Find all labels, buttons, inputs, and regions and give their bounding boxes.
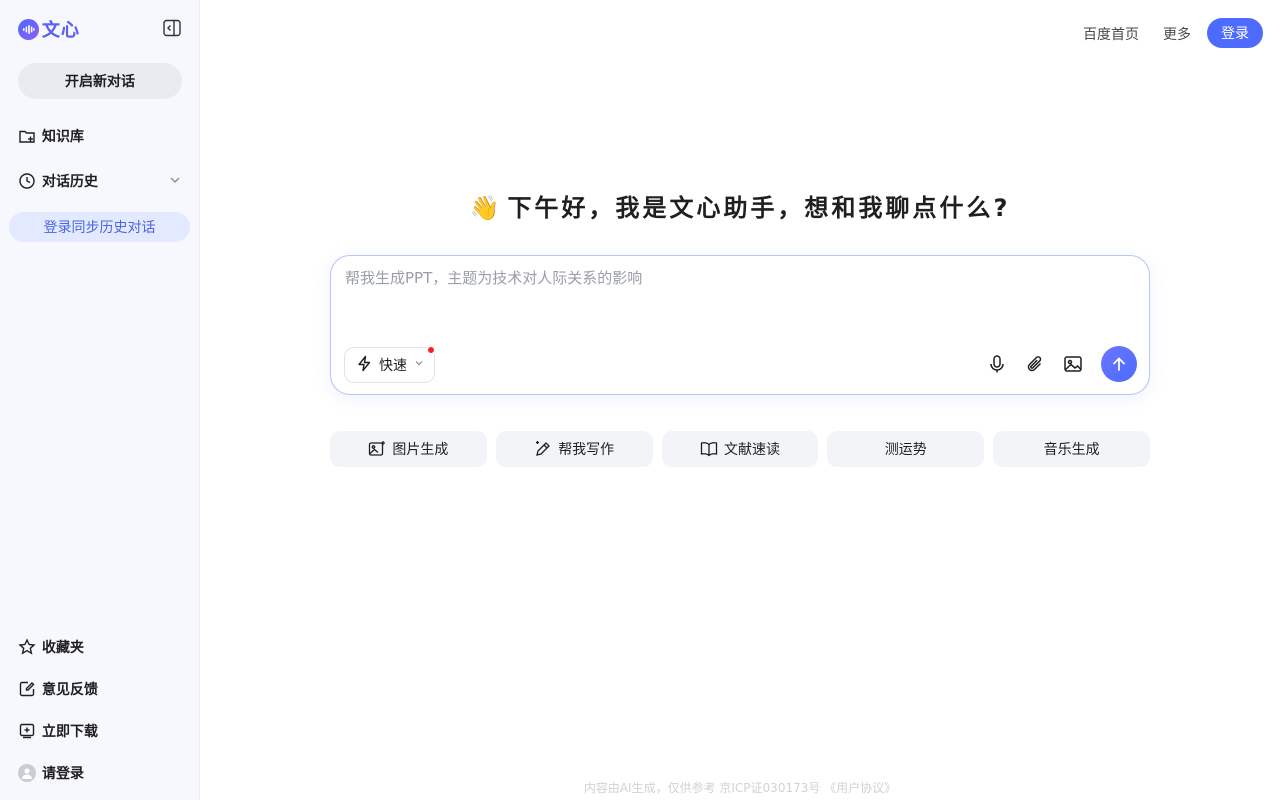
login-button[interactable]: 登录 [1207, 18, 1263, 48]
notification-dot [427, 346, 435, 354]
download-icon [18, 722, 36, 740]
chip-label: 测运势 [884, 442, 927, 458]
sidebar-item-history[interactable]: 对话历史 [18, 169, 186, 193]
chip-label: 音乐生成 [1043, 442, 1100, 458]
mode-selector[interactable]: 快速 [344, 346, 435, 383]
baidu-home-link[interactable]: 百度首页 [1083, 24, 1139, 44]
sync-history-login-button[interactable]: 登录同步历史对话 [9, 212, 190, 242]
sidebar-item-label: 意见反馈 [42, 682, 98, 698]
waving-hand-icon: 👋 [469, 194, 500, 222]
feedback-edit-icon [18, 680, 36, 698]
sidebar-item-knowledge[interactable]: 知识库 [18, 124, 186, 148]
chip-label: 帮我写作 [558, 442, 615, 458]
book-icon [700, 440, 718, 458]
chevron-down-icon [413, 357, 425, 373]
lightning-icon [356, 355, 373, 376]
paperclip-icon[interactable] [1024, 353, 1046, 375]
chip-writing[interactable]: 帮我写作 [495, 431, 653, 467]
wenxin-logo-icon [18, 18, 39, 40]
image-plus-icon [368, 440, 386, 458]
sidebar-item-label: 对话历史 [42, 174, 98, 190]
microphone-icon[interactable] [986, 353, 1008, 375]
quick-actions: 图片生成 帮我写作 文献速读 测运势 音乐生成 [330, 431, 1150, 467]
brand-logo[interactable]: 文心 [18, 16, 80, 42]
sidebar-item-login[interactable]: 请登录 [18, 761, 186, 785]
folder-plus-icon [18, 127, 36, 145]
image-upload-icon[interactable] [1062, 353, 1084, 375]
chat-input-box: 快速 [330, 255, 1150, 395]
sidebar: 文心 开启新对话 知识库 对话历史 登录同步历史对话 收藏夹 意见反馈 立即下载… [0, 0, 200, 800]
chip-fortune[interactable]: 测运势 [827, 431, 985, 467]
pen-icon [534, 440, 552, 458]
sidebar-item-download[interactable]: 立即下载 [18, 719, 186, 743]
chip-label: 图片生成 [392, 442, 449, 458]
chat-input[interactable] [345, 269, 1125, 287]
chip-literature-reading[interactable]: 文献速读 [661, 431, 819, 467]
clock-icon [18, 172, 36, 190]
sidebar-item-label: 立即下载 [42, 724, 98, 740]
sidebar-item-label: 知识库 [42, 129, 84, 145]
arrow-up-icon [1113, 357, 1125, 371]
mode-label: 快速 [379, 358, 407, 374]
sidebar-item-feedback[interactable]: 意见反馈 [18, 677, 186, 701]
star-icon [18, 638, 36, 656]
greeting-text: 下午好，我是文心助手，想和我聊点什么? [507, 194, 1011, 222]
avatar [18, 764, 36, 782]
chip-image-generation[interactable]: 图片生成 [330, 431, 487, 467]
sidebar-item-label: 请登录 [42, 766, 84, 782]
chip-music-generation[interactable]: 音乐生成 [993, 431, 1150, 467]
new-chat-button[interactable]: 开启新对话 [18, 63, 182, 99]
logo-text: 文心 [42, 16, 80, 42]
greeting-title: 👋 下午好，我是文心助手，想和我聊点什么? [330, 188, 1150, 223]
collapse-sidebar-icon[interactable] [162, 18, 182, 38]
send-button[interactable] [1101, 346, 1137, 382]
more-link[interactable]: 更多 [1163, 24, 1191, 44]
sidebar-item-favorites[interactable]: 收藏夹 [18, 635, 186, 659]
chevron-down-icon[interactable] [168, 173, 182, 187]
chip-label: 文献速读 [723, 442, 780, 458]
footer-disclaimer: 内容由AI生成，仅供参考 京ICP证030173号 《用户协议》 [583, 781, 897, 795]
sidebar-item-label: 收藏夹 [42, 640, 84, 656]
